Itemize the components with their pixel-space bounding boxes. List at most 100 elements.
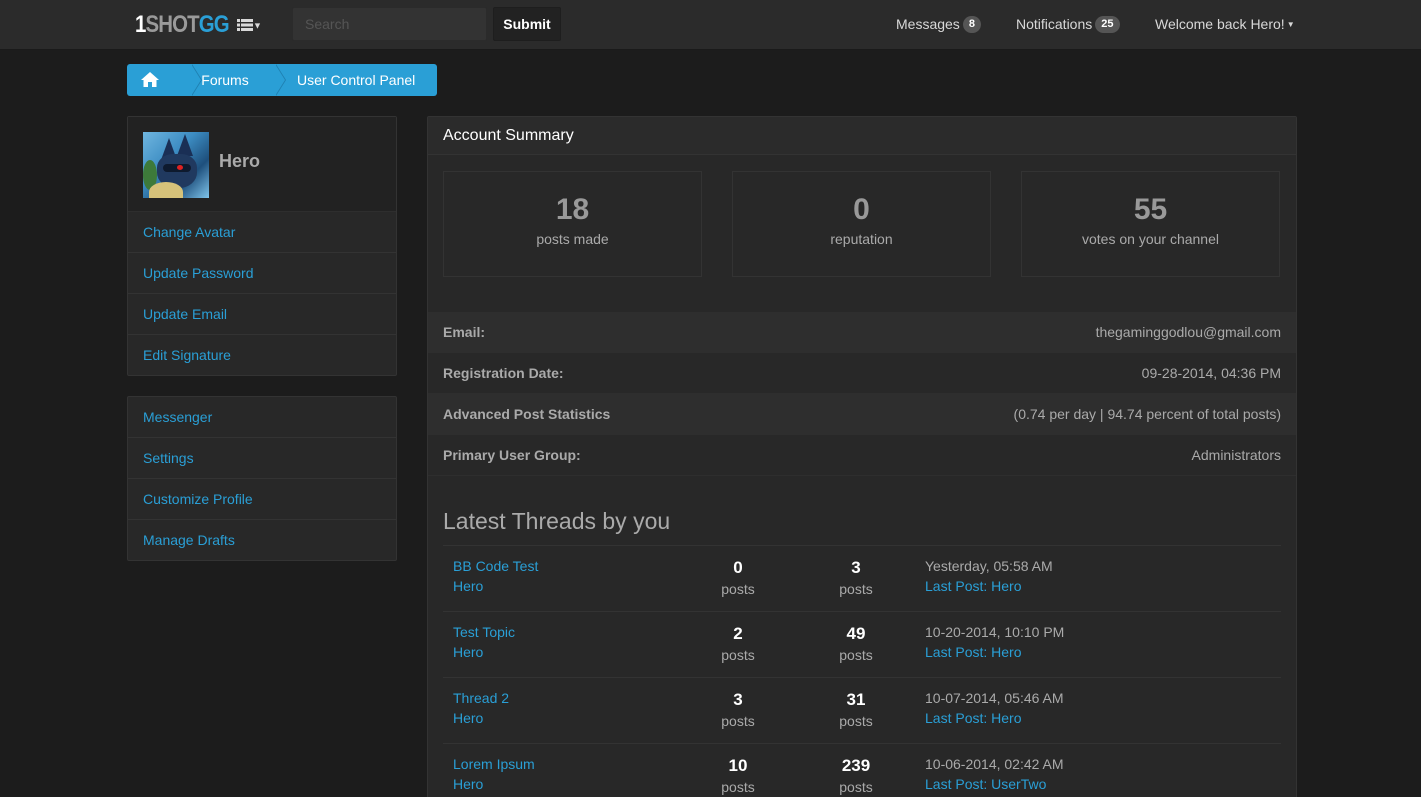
last-post-link[interactable]: Last Post: UserTwo (925, 776, 1046, 792)
thread-title-link[interactable]: Test Topic (453, 624, 515, 640)
thread-author-link[interactable]: Hero (453, 644, 483, 660)
profile-header: Hero (128, 117, 396, 212)
caret-down-icon: ▼ (1286, 20, 1295, 30)
list-icon (237, 19, 253, 32)
info-row-registration-date: Registration Date: 09-28-2014, 04:36 PM (428, 353, 1296, 394)
breadcrumb-user-control-panel[interactable]: User Control Panel (275, 64, 437, 96)
latest-threads-list: BB Code Test Hero 0 posts 3 posts Yester… (443, 545, 1281, 797)
replies-count: 2 (733, 624, 743, 643)
account-summary-panel: Account Summary 18 posts made 0 reputati… (427, 116, 1297, 797)
messenger-link[interactable]: Messenger (128, 397, 396, 438)
home-icon (141, 71, 159, 87)
account-summary-title: Account Summary (428, 117, 1296, 155)
stat-value: 55 (1133, 193, 1168, 226)
logo-part-1: 1 (135, 11, 146, 38)
notifications-label: Notifications (1016, 16, 1093, 32)
update-email-link[interactable]: Update Email (128, 294, 396, 335)
replies-count: 3 (733, 690, 743, 709)
info-label: Registration Date: (443, 365, 564, 381)
thread-title-link[interactable]: Lorem Ipsum (453, 756, 535, 772)
thread-date: Yesterday, 05:58 AM (925, 558, 1053, 574)
stat-reputation: 0 reputation (732, 171, 991, 277)
edit-signature-link[interactable]: Edit Signature (128, 335, 396, 376)
thread-replies: 0 posts (698, 558, 778, 597)
info-value: thegaminggodlou@gmail.com (1095, 324, 1281, 340)
views-count: 239 (841, 756, 871, 775)
views-unit: posts (839, 713, 873, 729)
caret-down-icon: ▼ (253, 20, 262, 31)
info-label: Primary User Group: (443, 447, 581, 463)
stat-value: 18 (555, 193, 590, 226)
info-value: Administrators (1191, 447, 1281, 463)
thread-replies: 3 posts (698, 690, 778, 729)
last-post-link[interactable]: Last Post: Hero (925, 578, 1022, 594)
thread-views: 49 posts (816, 624, 896, 663)
customize-profile-link[interactable]: Customize Profile (128, 479, 396, 520)
thread-date: 10-06-2014, 02:42 AM (925, 756, 1064, 772)
replies-count: 0 (733, 558, 743, 577)
thread-title-link[interactable]: BB Code Test (453, 558, 538, 574)
settings-link[interactable]: Settings (128, 438, 396, 479)
info-row-email: Email: thegaminggodlou@gmail.com (428, 312, 1296, 353)
thread-author-link[interactable]: Hero (453, 710, 483, 726)
messages-label: Messages (896, 16, 960, 32)
manage-drafts-link[interactable]: Manage Drafts (128, 520, 396, 561)
thread-views: 31 posts (816, 690, 896, 729)
search-submit-button[interactable]: Submit (493, 7, 561, 41)
user-options-panel: Messenger Settings Customize Profile Man… (127, 396, 397, 561)
top-navbar: 1SHOTGG ▼ Submit Messages8 Notifications… (0, 0, 1421, 50)
thread-replies: 10 posts (698, 756, 778, 795)
avatar[interactable] (143, 132, 209, 198)
profile-username: Hero (219, 151, 261, 171)
table-row: Lorem Ipsum Hero 10 posts 239 posts 10-0… (443, 744, 1281, 797)
thread-date: 10-07-2014, 05:46 AM (925, 690, 1064, 706)
notifications-count-badge: 25 (1095, 15, 1120, 33)
table-row: Thread 2 Hero 3 posts 31 posts 10-07-201… (443, 678, 1281, 744)
replies-unit: posts (721, 779, 755, 795)
views-count: 3 (851, 558, 861, 577)
info-label: Email: (443, 324, 486, 340)
welcome-label: Welcome back Hero! (1155, 16, 1285, 32)
last-post-link[interactable]: Last Post: Hero (925, 644, 1022, 660)
change-avatar-link[interactable]: Change Avatar (128, 212, 396, 253)
stat-label: posts made (536, 231, 609, 247)
thread-author-link[interactable]: Hero (453, 776, 483, 792)
thread-author-link[interactable]: Hero (453, 578, 483, 594)
latest-threads-heading: Latest Threads by you (443, 508, 671, 534)
views-count: 31 (846, 690, 866, 709)
info-row-user-group: Primary User Group: Administrators (428, 435, 1296, 476)
stat-channel-votes: 55 votes on your channel (1021, 171, 1280, 277)
breadcrumb: Forums User Control Panel (127, 64, 437, 96)
info-label: Advanced Post Statistics (443, 406, 611, 422)
stat-posts-made: 18 posts made (443, 171, 702, 277)
account-info-table: Email: thegaminggodlou@gmail.com Registr… (428, 312, 1296, 476)
thread-replies: 2 posts (698, 624, 778, 663)
views-unit: posts (839, 581, 873, 597)
logo-part-3: GG (198, 11, 230, 38)
update-password-link[interactable]: Update Password (128, 253, 396, 294)
search-input[interactable] (292, 7, 487, 41)
list-menu-toggle[interactable]: ▼ (237, 14, 265, 34)
thread-date: 10-20-2014, 10:10 PM (925, 624, 1065, 640)
breadcrumb-home[interactable] (127, 64, 202, 96)
profile-panel: Hero Change Avatar Update Password Updat… (127, 116, 397, 376)
messages-count-badge: 8 (962, 15, 981, 33)
last-post-link[interactable]: Last Post: Hero (925, 710, 1022, 726)
views-count: 49 (846, 624, 866, 643)
breadcrumb-forums[interactable]: Forums (191, 64, 286, 96)
thread-views: 3 posts (816, 558, 896, 597)
views-unit: posts (839, 779, 873, 795)
thread-views: 239 posts (816, 756, 896, 795)
user-menu-dropdown[interactable]: Welcome back Hero! ▼ (1155, 0, 1295, 50)
thread-title-link[interactable]: Thread 2 (453, 690, 509, 706)
notifications-link[interactable]: Notifications 25 (1016, 0, 1120, 50)
replies-unit: posts (721, 647, 755, 663)
replies-unit: posts (721, 581, 755, 597)
site-logo[interactable]: 1SHOTGG (135, 10, 230, 40)
table-row: BB Code Test Hero 0 posts 3 posts Yester… (443, 546, 1281, 612)
table-row: Test Topic Hero 2 posts 49 posts 10-20-2… (443, 612, 1281, 678)
replies-count: 10 (728, 756, 748, 775)
logo-part-2: SHOT (145, 11, 200, 38)
messages-link[interactable]: Messages 8 (896, 0, 981, 50)
stat-label: reputation (830, 231, 893, 247)
